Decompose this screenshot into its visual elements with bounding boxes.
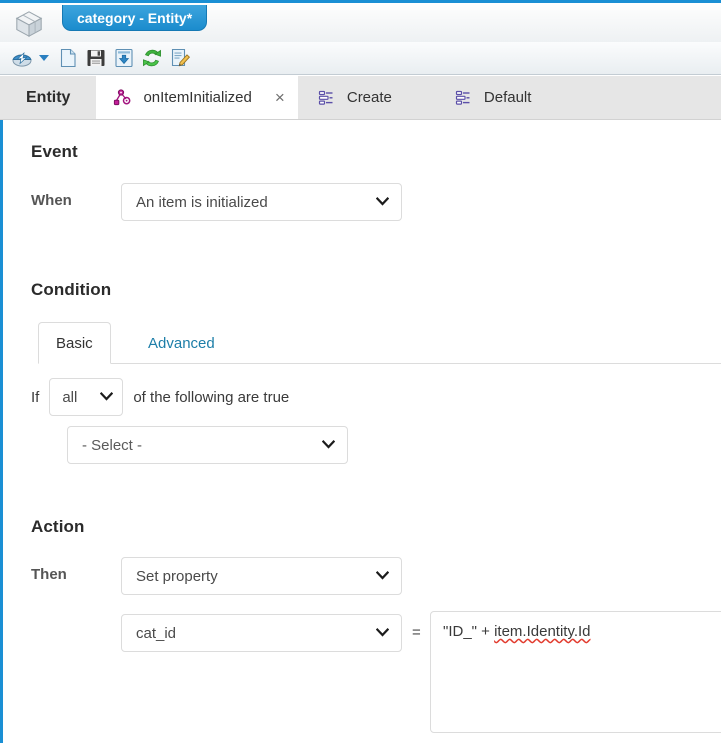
tab-default[interactable]: Default bbox=[410, 76, 550, 119]
rule-graph-icon bbox=[114, 88, 131, 105]
condition-subtabs: Basic Advanced bbox=[38, 322, 721, 364]
expression-textarea[interactable]: "ID_" + item.Identity.Id bbox=[430, 611, 721, 733]
title-strip: category - Entity* bbox=[0, 3, 721, 42]
chevron-down-icon bbox=[100, 392, 114, 401]
tab-entity[interactable]: Entity bbox=[0, 76, 96, 119]
subtab-basic-label: Basic bbox=[56, 334, 93, 352]
edit-icon[interactable] bbox=[167, 45, 193, 71]
if-prefix-label: If bbox=[31, 388, 40, 406]
save-icon[interactable] bbox=[83, 45, 109, 71]
tab-bar: Entity onItemInitialized × Create Defaul… bbox=[0, 76, 721, 120]
action-type-select[interactable]: Set property bbox=[121, 557, 402, 595]
chevron-down-icon bbox=[322, 440, 335, 449]
subtab-advanced-label: Advanced bbox=[148, 334, 215, 352]
close-icon[interactable]: × bbox=[272, 89, 288, 106]
chevron-down-icon bbox=[376, 571, 389, 580]
when-select-value: An item is initialized bbox=[136, 193, 268, 211]
condition-rule-select-value: - Select - bbox=[82, 436, 143, 454]
tab-create[interactable]: Create bbox=[298, 76, 410, 119]
import-icon[interactable] bbox=[111, 45, 137, 71]
subtab-advanced[interactable]: Advanced bbox=[131, 322, 232, 364]
condition-rule-select[interactable]: - Select - bbox=[67, 426, 348, 464]
action-type-select-value: Set property bbox=[136, 567, 218, 585]
then-label: Then bbox=[31, 566, 67, 583]
when-label: When bbox=[31, 192, 72, 209]
list-form-icon bbox=[318, 90, 333, 105]
document-title-text: category - Entity* bbox=[77, 9, 193, 26]
subtab-basic[interactable]: Basic bbox=[38, 322, 111, 364]
quantifier-select[interactable]: all bbox=[49, 378, 124, 416]
action-section-title: Action bbox=[31, 517, 85, 536]
dropdown-caret-icon[interactable] bbox=[37, 45, 51, 71]
property-select-value: cat_id bbox=[136, 624, 177, 642]
expression-identifier: item.Identity.Id bbox=[494, 623, 591, 640]
rule-editor-content: Event When An item is initialized Condit… bbox=[0, 120, 721, 743]
tab-entity-label: Entity bbox=[26, 88, 71, 106]
quantifier-select-value: all bbox=[62, 388, 78, 406]
condition-if-row: If all of the following are true bbox=[31, 378, 289, 416]
application-window: category - Entity* Entity onItemInitiali… bbox=[0, 0, 721, 743]
event-section-title: Event bbox=[31, 142, 78, 161]
condition-section-title: Condition bbox=[31, 280, 112, 299]
cube-icon bbox=[15, 11, 43, 38]
when-select[interactable]: An item is initialized bbox=[121, 183, 402, 221]
toolbar bbox=[0, 42, 721, 75]
tab-create-label: Create bbox=[346, 89, 392, 106]
property-select[interactable]: cat_id bbox=[121, 614, 402, 652]
expression-prefix: "ID_" + bbox=[443, 623, 495, 640]
new-document-icon[interactable] bbox=[55, 45, 81, 71]
document-title-tab[interactable]: category - Entity* bbox=[62, 5, 208, 31]
list-form-icon bbox=[455, 90, 470, 105]
chevron-down-icon bbox=[376, 197, 389, 206]
equals-sign: = bbox=[412, 624, 421, 641]
tab-default-label: Default bbox=[483, 89, 532, 106]
chevron-down-icon bbox=[376, 628, 389, 637]
tab-onitem-initialized[interactable]: onItemInitialized × bbox=[96, 76, 298, 119]
navigate-icon[interactable] bbox=[9, 45, 35, 71]
refresh-icon[interactable] bbox=[139, 45, 165, 71]
tab-onitem-initialized-label: onItemInitialized bbox=[143, 89, 252, 106]
if-suffix-label: of the following are true bbox=[133, 388, 290, 406]
